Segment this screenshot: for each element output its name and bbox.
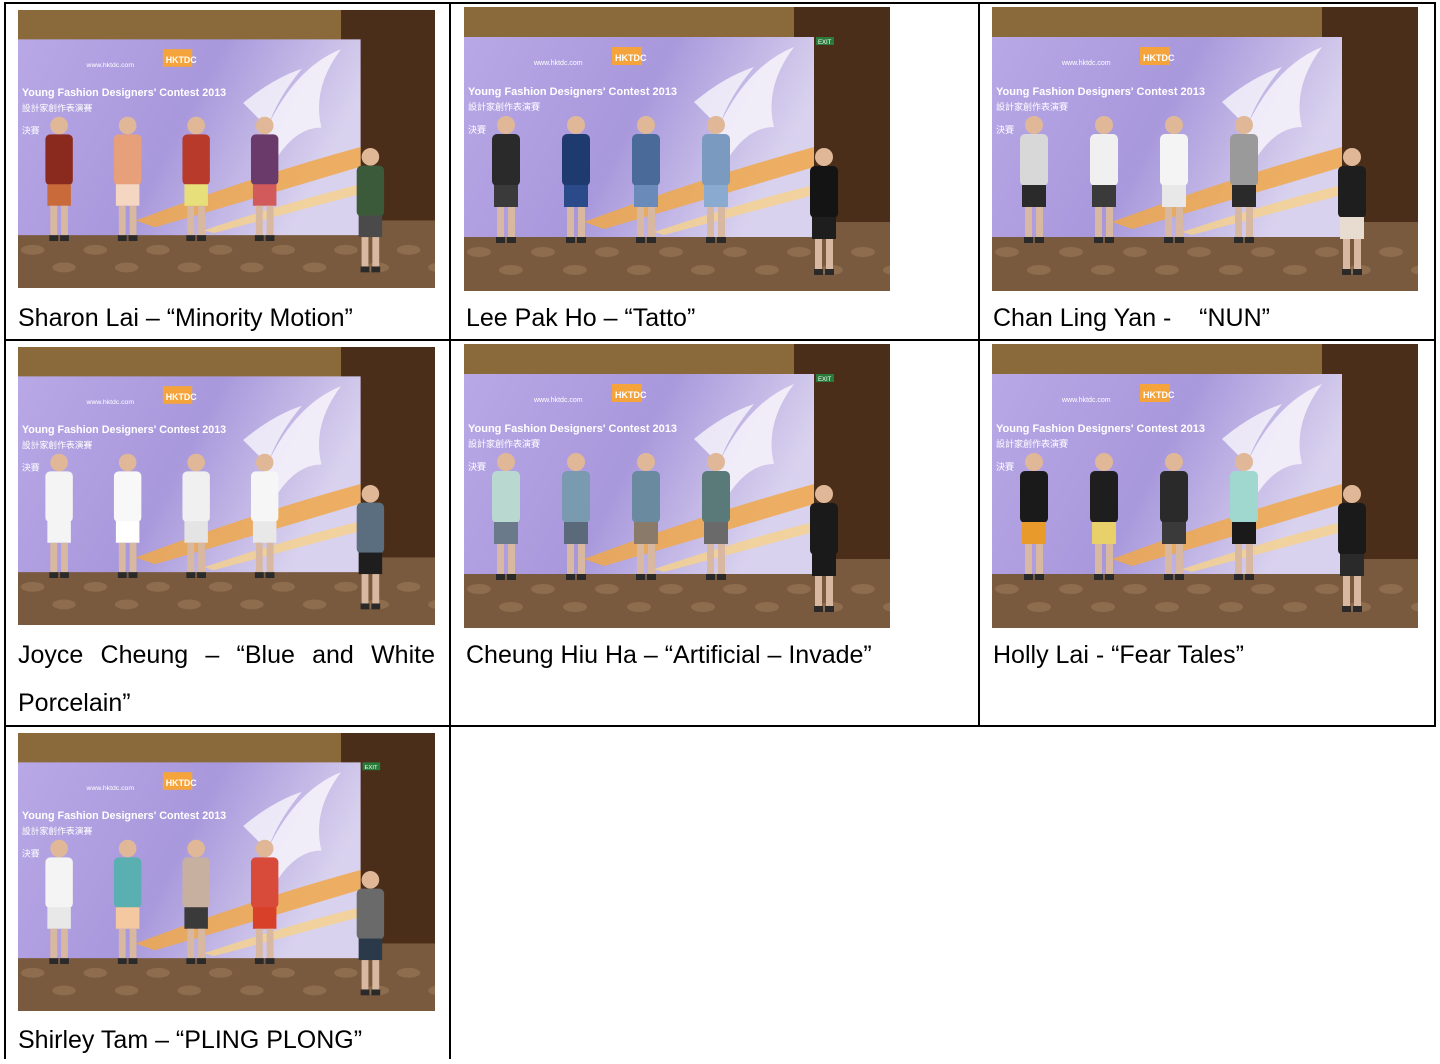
svg-text:決賽: 決賽 [996, 124, 1014, 136]
svg-text:決賽: 決賽 [22, 461, 40, 473]
photo-lee-pak-ho: www.hktdc.com HKTDC Young Fashion Designer… [464, 7, 890, 291]
svg-text:www.hktdc.com: www.hktdc.com [533, 397, 583, 404]
svg-text:www.hktdc.com: www.hktdc.com [1061, 397, 1111, 404]
svg-text:Young Fashion Designers' Conte: Young Fashion Designers' Contest 2013 [22, 87, 226, 99]
svg-text:www.hktdc.com: www.hktdc.com [86, 62, 135, 69]
svg-text:Young Fashion Designers' Conte: Young Fashion Designers' Contest 2013 [22, 810, 226, 822]
svg-text:HKTDC: HKTDC [166, 778, 197, 788]
svg-text:www.hktdc.com: www.hktdc.com [1061, 60, 1111, 67]
caption-sharon-lai: Sharon Lai – “Minority Motion” [18, 304, 353, 332]
svg-text:決賽: 決賽 [996, 461, 1014, 473]
svg-text:HKTDC: HKTDC [1143, 390, 1175, 400]
svg-text:Young Fashion Designers' Conte: Young Fashion Designers' Contest 2013 [468, 423, 677, 435]
svg-text:設計家創作表演賽: 設計家創作表演賽 [22, 439, 93, 451]
caption-cheung-hiu-ha: Cheung Hiu Ha – “Artificial – Invade” [466, 641, 872, 669]
caption-holly-lai: Holly Lai - “Fear Tales” [993, 641, 1245, 669]
svg-text:設計家創作表演賽: 設計家創作表演賽 [22, 102, 93, 114]
svg-text:設計家創作表演賽: 設計家創作表演賽 [22, 825, 93, 837]
svg-text:HKTDC: HKTDC [615, 53, 647, 63]
svg-text:決賽: 決賽 [22, 124, 40, 136]
svg-text:Young Fashion Designers' Conte: Young Fashion Designers' Contest 2013 [468, 86, 677, 98]
svg-text:Young Fashion Designers' Conte: Young Fashion Designers' Contest 2013 [996, 423, 1205, 435]
table-border-top [4, 2, 1436, 4]
caption-shirley-tam: Shirley Tam – “PLING PLONG” [18, 1026, 363, 1054]
photo-holly-lai: www.hktdc.com HKTDC Young Fashion Designer… [992, 344, 1418, 628]
svg-text:HKTDC: HKTDC [166, 55, 197, 65]
photo-chan-ling-yan: www.hktdc.com HKTDC Young Fashion Designer… [992, 7, 1418, 291]
svg-text:EXIT: EXIT [818, 40, 832, 46]
svg-text:HKTDC: HKTDC [615, 390, 647, 400]
svg-text:決賽: 決賽 [22, 847, 40, 859]
table-border-left [4, 2, 6, 1059]
svg-text:EXIT: EXIT [365, 765, 378, 771]
svg-text:決賽: 決賽 [468, 124, 486, 136]
svg-text:設計家創作表演賽: 設計家創作表演賽 [468, 438, 540, 450]
svg-text:www.hktdc.com: www.hktdc.com [86, 785, 135, 792]
svg-text:設計家創作表演賽: 設計家創作表演賽 [996, 101, 1068, 113]
photo-shirley-tam: www.hktdc.com HKTDC Young Fashion Designer… [18, 733, 435, 1011]
svg-text:www.hktdc.com: www.hktdc.com [86, 399, 135, 406]
photo-joyce-cheung: www.hktdc.com HKTDC Young Fashion Designer… [18, 347, 435, 625]
caption-joyce-cheung: Joyce Cheung – “Blue and White Porcelain… [18, 641, 435, 717]
table-border-right [1434, 2, 1436, 727]
caption-chan-ling-yan: Chan Ling Yan - “NUN” [993, 304, 1270, 332]
svg-text:Young Fashion Designers' Conte: Young Fashion Designers' Contest 2013 [996, 86, 1205, 98]
table-border-col1 [449, 2, 451, 1059]
svg-text:www.hktdc.com: www.hktdc.com [533, 60, 583, 67]
svg-text:Young Fashion Designers' Conte: Young Fashion Designers' Contest 2013 [22, 424, 226, 436]
svg-text:決賽: 決賽 [468, 461, 486, 473]
photo-cheung-hiu-ha: www.hktdc.com HKTDC Young Fashion Designer… [464, 344, 890, 628]
table-border-col2 [978, 2, 980, 727]
photo-sharon-lai: www.hktdc.com HKTDC Young Fashion Designer… [18, 10, 435, 288]
svg-text:設計家創作表演賽: 設計家創作表演賽 [468, 101, 540, 113]
svg-text:HKTDC: HKTDC [1143, 53, 1175, 63]
svg-text:EXIT: EXIT [818, 377, 832, 383]
caption-lee-pak-ho: Lee Pak Ho – “Tatto” [466, 304, 696, 332]
svg-text:設計家創作表演賽: 設計家創作表演賽 [996, 438, 1068, 450]
svg-text:HKTDC: HKTDC [166, 392, 197, 402]
